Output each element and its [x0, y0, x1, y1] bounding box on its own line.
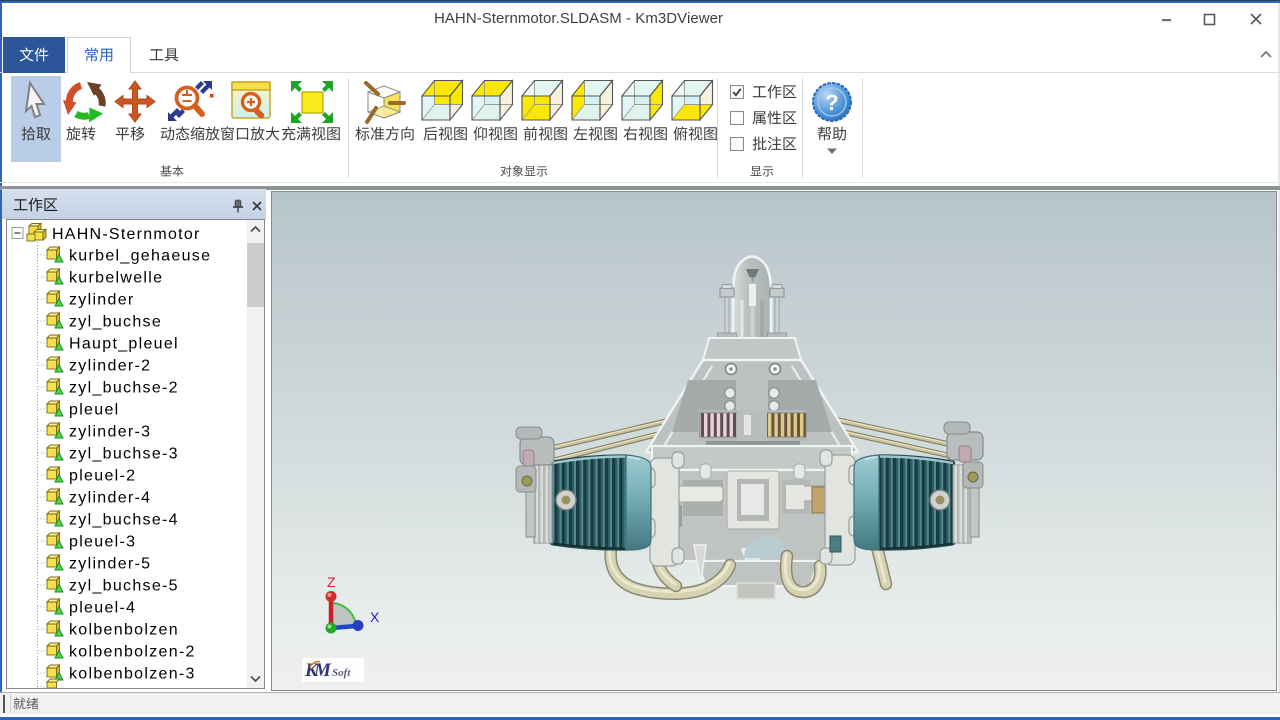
svg-text:zylinder-4: zylinder-4 — [69, 490, 151, 507]
svg-text:kolbenbolzen-2: kolbenbolzen-2 — [69, 644, 196, 661]
svg-text:zylinder-2: zylinder-2 — [69, 358, 151, 375]
svg-text:zyl_buchse-3: zyl_buchse-3 — [69, 446, 179, 463]
svg-text:pleuel-4: pleuel-4 — [69, 600, 136, 617]
svg-text:zylinder-5: zylinder-5 — [69, 556, 151, 573]
svg-text:Z: Z — [327, 574, 336, 590]
svg-text:M: M — [313, 660, 332, 681]
svg-text:pleuel: pleuel — [69, 402, 120, 419]
svg-text:zylinder: zylinder — [69, 292, 135, 309]
svg-text:?: ? — [825, 90, 838, 115]
svg-text:pleuel-2: pleuel-2 — [69, 468, 136, 485]
svg-text:kurbelwelle: kurbelwelle — [69, 270, 163, 287]
svg-text:zyl_buchse-4: zyl_buchse-4 — [69, 512, 179, 529]
svg-text:zyl_buchse-5: zyl_buchse-5 — [69, 578, 179, 595]
svg-text:Soft: Soft — [332, 667, 351, 679]
svg-text:kolbenbolzen: kolbenbolzen — [69, 622, 179, 639]
svg-text:zylinder-3: zylinder-3 — [69, 424, 151, 441]
svg-text:X: X — [370, 609, 380, 625]
svg-text:zyl_buchse: zyl_buchse — [69, 314, 162, 331]
svg-text:Haupt_pleuel: Haupt_pleuel — [69, 336, 179, 353]
svg-text:pleuel-3: pleuel-3 — [69, 534, 136, 551]
svg-text:zyl_buchse-2: zyl_buchse-2 — [69, 380, 179, 397]
svg-text:HAHN-Sternmotor: HAHN-Sternmotor — [52, 226, 201, 243]
svg-text:kurbel_gehaeuse: kurbel_gehaeuse — [69, 248, 211, 265]
svg-text:kolbenbolzen-3: kolbenbolzen-3 — [69, 666, 196, 683]
